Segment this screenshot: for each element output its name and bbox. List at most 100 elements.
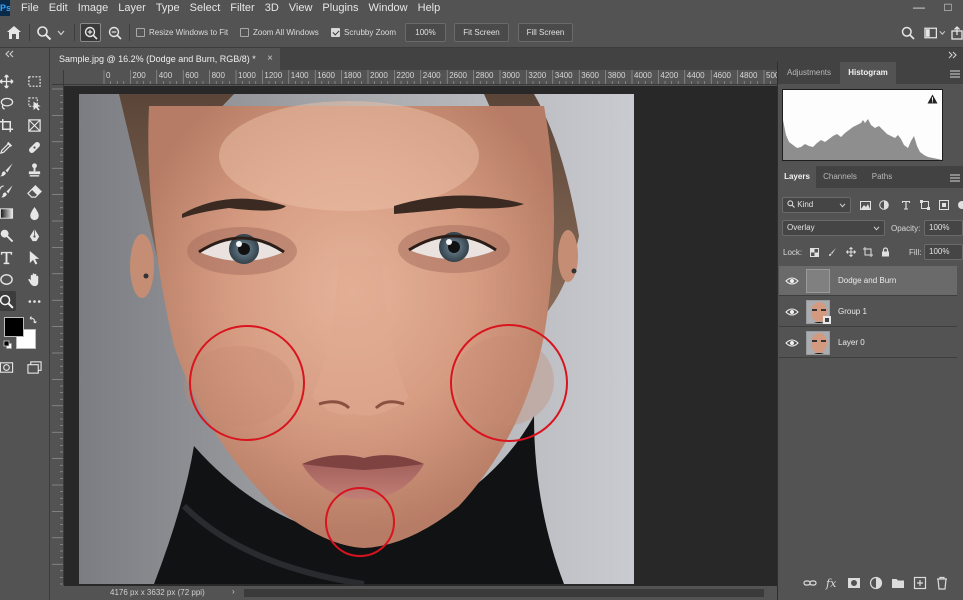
warning-icon[interactable] <box>927 94 938 104</box>
lock-transparent-pixels-icon[interactable] <box>810 248 819 257</box>
new-group-folder-icon[interactable] <box>891 576 905 590</box>
lasso-tool[interactable] <box>0 93 16 113</box>
eraser-tool[interactable] <box>24 181 44 201</box>
link-layers-icon[interactable] <box>803 576 817 590</box>
zoom-all-windows-checkbox[interactable]: Zoom All Windows <box>240 17 319 48</box>
home-button[interactable] <box>4 17 24 48</box>
lock-artboard-icon[interactable] <box>863 247 873 257</box>
quick-mask-button[interactable] <box>0 357 16 377</box>
lock-position-icon[interactable] <box>846 247 856 257</box>
panel-collapse-bar[interactable] <box>777 48 963 62</box>
canvas-area[interactable] <box>64 86 777 586</box>
menu-select[interactable]: Select <box>185 0 226 16</box>
foreground-color-swatch-top[interactable] <box>4 317 24 337</box>
checkbox-box[interactable] <box>240 28 249 37</box>
layer-row-dodge-and-burn[interactable]: Dodge and Burn <box>779 266 957 296</box>
menu-image[interactable]: Image <box>73 0 114 16</box>
edit-toolbar-button[interactable] <box>24 291 44 311</box>
adjustment-layer-icon[interactable] <box>869 576 883 590</box>
workspace-switcher[interactable] <box>924 17 946 48</box>
close-tab-button[interactable]: × <box>267 48 273 70</box>
brush-tool[interactable] <box>0 159 16 179</box>
checkbox-box[interactable] <box>136 28 145 37</box>
menu-type[interactable]: Type <box>151 0 185 16</box>
tab-histogram[interactable]: Histogram <box>840 62 896 84</box>
zoom-percent-field[interactable]: 100% <box>405 23 446 42</box>
tab-layers[interactable]: Layers <box>778 166 816 188</box>
swap-colors-button[interactable] <box>28 315 38 325</box>
delete-layer-trash-icon[interactable] <box>935 576 949 590</box>
tool-preset-picker[interactable] <box>36 17 68 48</box>
object-selection-tool[interactable] <box>24 93 44 113</box>
document-tab[interactable]: Sample.jpg @ 16.2% (Dodge and Burn, RGB/… <box>52 48 280 70</box>
filter-type-layer-icon[interactable] <box>901 200 911 210</box>
menu-filter[interactable]: Filter <box>225 0 259 16</box>
crop-tool[interactable] <box>0 115 16 135</box>
hand-tool[interactable] <box>24 269 44 289</box>
visibility-eye-icon[interactable] <box>785 306 799 318</box>
menu-window[interactable]: Window <box>364 0 413 16</box>
menu-help[interactable]: Help <box>413 0 446 16</box>
healing-brush-tool[interactable] <box>24 137 44 157</box>
ruler-origin[interactable] <box>52 70 64 85</box>
search-button[interactable] <box>900 17 916 48</box>
tab-channels[interactable]: Channels <box>816 166 864 188</box>
layer-style-fx-icon[interactable]: fx <box>825 576 839 590</box>
tab-adjustments[interactable]: Adjustments <box>778 62 840 84</box>
history-brush-tool[interactable] <box>0 181 16 201</box>
layer-filter-kind-dropdown[interactable]: Kind <box>782 197 851 213</box>
menu-3d[interactable]: 3D <box>260 0 284 16</box>
status-menu-arrow[interactable]: › <box>232 587 235 596</box>
scrubby-zoom-checkbox[interactable]: Scrubby Zoom <box>331 17 396 48</box>
clone-stamp-tool[interactable] <box>24 159 44 179</box>
new-layer-icon[interactable] <box>913 576 927 590</box>
add-mask-icon[interactable] <box>847 576 861 590</box>
menu-edit[interactable]: Edit <box>44 0 73 16</box>
fit-screen-button[interactable]: Fit Screen <box>454 23 509 42</box>
fill-field[interactable]: 100% <box>924 244 963 260</box>
filter-adjustment-layer-icon[interactable] <box>879 200 889 210</box>
menu-plugins[interactable]: Plugins <box>317 0 363 16</box>
layer-row-layer-0[interactable]: Layer 0 <box>779 328 957 358</box>
horizontal-scrollbar[interactable] <box>244 589 764 597</box>
maximize-button[interactable]: □ <box>933 0 963 16</box>
menu-file[interactable]: File <box>16 0 44 16</box>
checkbox-box-checked[interactable] <box>331 28 340 37</box>
pen-tool[interactable] <box>24 225 44 245</box>
menu-layer[interactable]: Layer <box>113 0 151 16</box>
shape-tool[interactable] <box>0 269 16 289</box>
resize-windows-checkbox[interactable]: Resize Windows to Fit <box>136 17 228 48</box>
type-tool[interactable] <box>0 247 16 267</box>
panel-menu-icon[interactable] <box>950 174 960 182</box>
filter-smart-object-icon[interactable] <box>939 200 949 210</box>
blur-tool[interactable] <box>24 203 44 223</box>
marquee-tool[interactable] <box>24 71 44 91</box>
eyedropper-tool[interactable] <box>0 137 16 157</box>
filter-toggle-icon[interactable] <box>957 200 963 210</box>
lock-all-icon[interactable] <box>881 247 890 257</box>
zoom-tool[interactable] <box>0 291 16 311</box>
gradient-tool[interactable] <box>0 203 16 223</box>
screen-mode-button[interactable] <box>24 357 44 377</box>
zoom-out-button[interactable] <box>106 17 124 48</box>
visibility-eye-icon[interactable] <box>785 337 799 349</box>
horizontal-ruler[interactable]: 0 200 400 600 800 1000 1200 1400 1600 1800 2000 220… <box>64 70 777 85</box>
toolbar-collapse-bar[interactable] <box>0 48 50 60</box>
vertical-ruler[interactable] <box>52 85 64 585</box>
fill-screen-button[interactable]: Fill Screen <box>518 23 573 42</box>
path-selection-tool[interactable] <box>24 247 44 267</box>
move-tool[interactable] <box>0 71 16 91</box>
visibility-eye-icon[interactable] <box>785 275 799 287</box>
zoom-in-button[interactable] <box>80 23 101 42</box>
menu-view[interactable]: View <box>284 0 318 16</box>
minimize-button[interactable]: — <box>904 0 934 16</box>
frame-tool[interactable] <box>24 115 44 135</box>
filter-pixel-layer-icon[interactable] <box>860 201 871 210</box>
panel-menu-icon[interactable] <box>950 70 960 78</box>
share-button[interactable] <box>951 17 963 48</box>
layer-row-group-1[interactable]: Group 1 <box>779 297 957 327</box>
dodge-tool[interactable] <box>0 225 16 245</box>
opacity-field[interactable]: 100% <box>924 220 963 236</box>
blend-mode-dropdown[interactable]: Overlay <box>782 220 885 236</box>
filter-shape-layer-icon[interactable] <box>920 200 930 210</box>
